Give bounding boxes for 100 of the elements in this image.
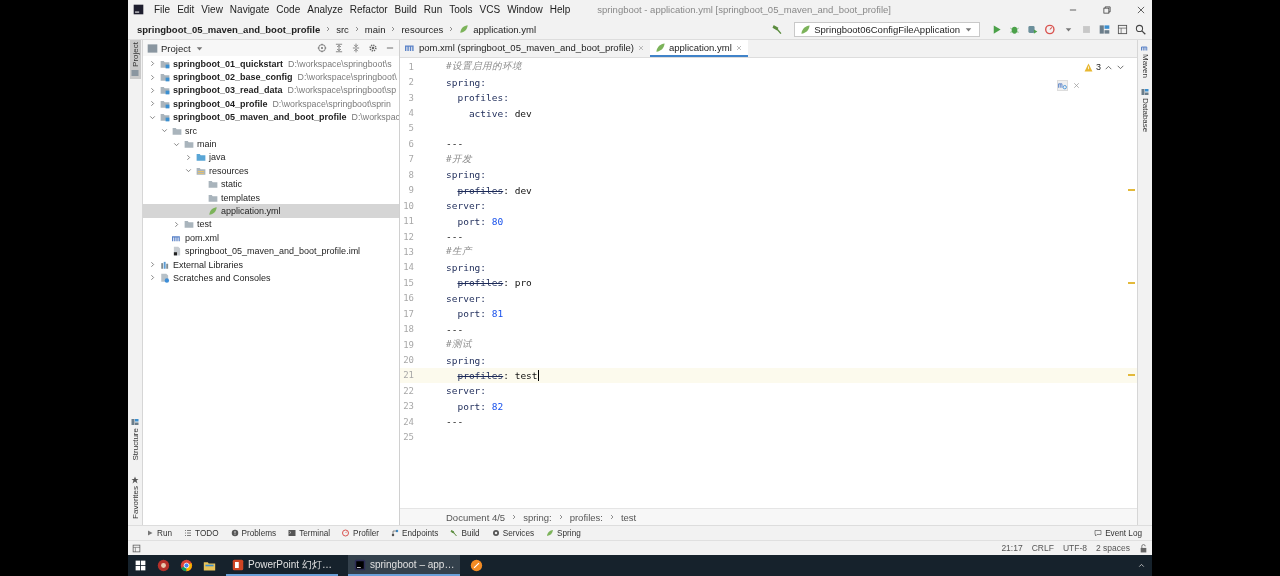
tool-window-button[interactable]: Event Log <box>1094 528 1142 538</box>
tool-window-button[interactable]: Profiler <box>342 528 380 538</box>
maximize-icon[interactable] <box>1102 4 1112 15</box>
code-line: profiles: dev <box>456 184 532 196</box>
tool-window-button[interactable]: Endpoints <box>391 528 439 538</box>
tree-item[interactable]: pom.xml <box>143 231 399 245</box>
status-item[interactable]: 21:17 <box>1001 543 1023 553</box>
warning-marker[interactable] <box>1128 281 1135 284</box>
code-line: --- <box>446 323 464 335</box>
tree-item[interactable]: static <box>143 177 399 191</box>
alert-icon <box>230 529 239 537</box>
editor-tab[interactable]: pom.xml (springboot_05_maven_and_boot_profile) <box>400 40 650 57</box>
line-number: 18 <box>402 324 414 335</box>
warning-count[interactable]: 3 <box>1096 62 1101 72</box>
tool-window-button[interactable]: Services <box>491 528 535 538</box>
tree-item[interactable]: springboot_05_maven_and_boot_profile D:\workspac <box>143 110 399 124</box>
menu-item[interactable]: Navigate <box>229 4 270 15</box>
menu-item[interactable]: File <box>154 4 171 15</box>
tool-window-button[interactable]: Terminal <box>288 528 331 538</box>
tree-item[interactable]: templates <box>143 190 399 205</box>
tree-item[interactable]: springboot_04_profile D:\workspace\springboot\sprin <box>143 97 399 111</box>
tree-item[interactable]: springboot_01_quickstart D:\workspace\springboot\s <box>143 57 399 71</box>
reload-icon[interactable] <box>1057 80 1068 91</box>
search-icon[interactable] <box>1135 23 1146 35</box>
tree-item[interactable]: External Libraries <box>143 257 399 272</box>
menu-item[interactable]: Code <box>276 4 301 15</box>
breadcrumb-item[interactable]: Document 4/5 <box>446 511 506 523</box>
breadcrumb-item[interactable]: application.yml <box>473 23 536 35</box>
collapse-all-icon[interactable] <box>351 43 361 53</box>
chevron-right-icon[interactable] <box>184 152 193 162</box>
chevron-right-icon[interactable] <box>172 219 181 229</box>
lock-icon[interactable] <box>1139 543 1148 553</box>
menu-item[interactable]: Window <box>507 4 543 15</box>
tool-window-button[interactable]: Run <box>146 528 173 538</box>
profiler-icon[interactable] <box>1045 23 1056 35</box>
breadcrumb-item[interactable]: src <box>336 23 349 35</box>
window-icon[interactable] <box>1117 23 1128 35</box>
status-item[interactable]: UTF-8 <box>1062 543 1087 553</box>
tree-item[interactable]: src <box>143 123 399 138</box>
warning-marker[interactable] <box>1128 374 1135 377</box>
line-number: 24 <box>402 416 414 427</box>
tree-item[interactable]: java <box>143 150 399 165</box>
menu-item[interactable]: View <box>201 4 223 15</box>
stop-icon[interactable] <box>1081 23 1092 35</box>
menu-item[interactable]: Build <box>394 4 417 15</box>
editor-tab[interactable]: application.yml <box>649 40 748 57</box>
run-icon[interactable] <box>991 23 1002 35</box>
warning-marker[interactable] <box>1128 189 1135 192</box>
tool-window-button[interactable]: Problems <box>230 528 277 538</box>
tool-window-tab[interactable]: Project <box>129 40 141 79</box>
browser-icon[interactable] <box>180 559 193 572</box>
status-item[interactable]: CRLF <box>1031 543 1054 553</box>
tree-item[interactable]: springboot_03_read_data D:\workspace\springboot\sp <box>143 83 399 98</box>
menu-item[interactable]: Help <box>549 4 571 15</box>
layout-icon[interactable] <box>132 543 141 553</box>
tool-window-tab[interactable]: Database <box>1139 86 1151 135</box>
tool-window-button[interactable]: Spring <box>546 528 581 538</box>
taskbar-button[interactable]: PowerPoint 幻灯… <box>226 555 338 576</box>
app-icon[interactable] <box>470 559 484 572</box>
breadcrumb-item[interactable]: resources <box>401 23 444 35</box>
tree-item[interactable]: resources <box>143 164 399 178</box>
tool-window-tab[interactable]: Maven <box>1139 42 1151 80</box>
menu-item[interactable]: Analyze <box>307 4 343 15</box>
run-configuration-dropdown[interactable]: Springboot06ConfigFileApplication <box>794 21 980 37</box>
warning-icon[interactable] <box>1084 62 1093 72</box>
tree-item[interactable]: main <box>143 137 399 151</box>
menu-item[interactable]: Run <box>423 4 443 15</box>
menu-item[interactable]: Edit <box>177 4 195 15</box>
tree-item[interactable]: application.yml <box>143 204 399 218</box>
app-icon[interactable] <box>157 559 170 572</box>
settings-icon[interactable] <box>368 43 378 53</box>
tool-window-tab[interactable]: Favorites <box>129 474 141 521</box>
project-structure-icon[interactable] <box>1099 23 1110 35</box>
tool-window-button[interactable]: TODO <box>184 528 219 538</box>
breadcrumb-item[interactable]: main <box>364 23 386 35</box>
menu-item[interactable]: VCS <box>479 4 501 15</box>
taskbar-button[interactable]: springboot – app… <box>347 555 461 576</box>
breadcrumb-item[interactable]: profiles: <box>569 511 603 523</box>
expand-all-icon[interactable] <box>334 43 344 53</box>
breadcrumb-item[interactable]: spring: <box>523 511 552 523</box>
terminal-icon <box>288 529 297 537</box>
tree-item[interactable]: springboot_02_base_config D:\workspace\springboot\ <box>143 70 399 84</box>
breadcrumb-item[interactable]: test <box>620 511 637 523</box>
tool-window-tab[interactable]: Structure <box>129 415 141 463</box>
chevron-up-icon[interactable] <box>1137 561 1146 570</box>
start-icon[interactable] <box>134 559 147 572</box>
locate-icon[interactable] <box>317 43 327 53</box>
close-icon[interactable] <box>1136 4 1146 15</box>
status-item[interactable]: 2 spaces <box>1095 543 1130 553</box>
tool-window-button[interactable]: Build <box>450 528 480 538</box>
hammer-icon[interactable] <box>772 23 784 35</box>
line-number: 5 <box>407 123 414 134</box>
breadcrumb-item[interactable]: springboot_05_maven_and_boot_profile <box>137 23 321 35</box>
panel-title-dropdown[interactable]: Project <box>147 42 205 54</box>
menu-item[interactable]: Tools <box>449 4 473 15</box>
coverage-icon[interactable] <box>1027 23 1038 35</box>
tree-item[interactable]: springboot_05_maven_and_boot_profile.iml <box>143 244 399 258</box>
menu-item[interactable]: Refactor <box>349 4 388 15</box>
tree-item[interactable]: test <box>143 217 399 232</box>
tree-item[interactable]: Scratches and Consoles <box>143 271 399 285</box>
